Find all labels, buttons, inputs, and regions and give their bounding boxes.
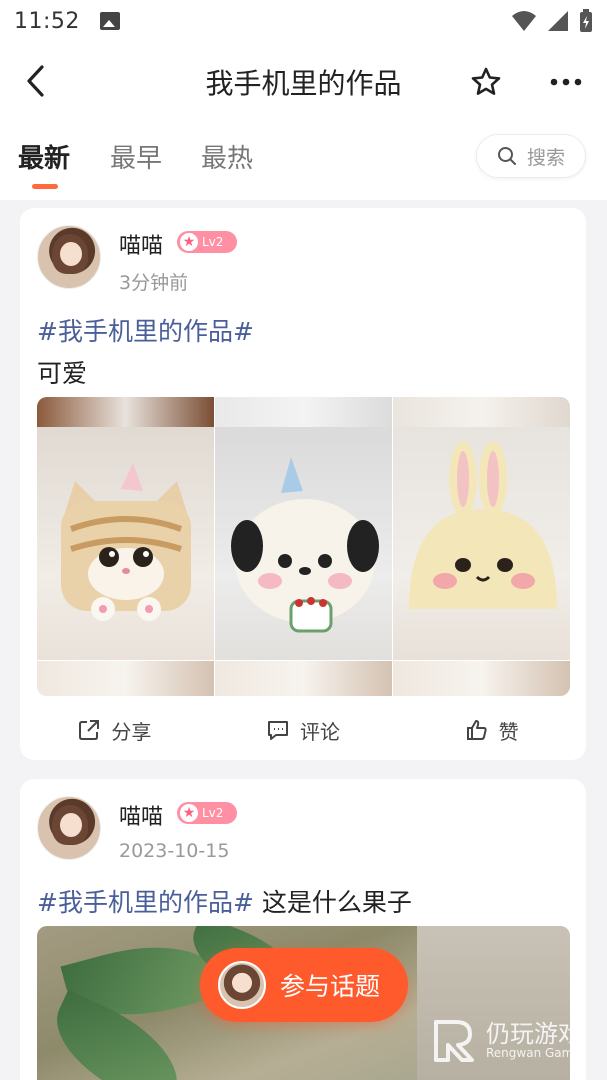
more-options-button[interactable] bbox=[546, 64, 586, 100]
post-body-text: 这是什么果子 bbox=[253, 888, 412, 917]
avatar[interactable] bbox=[37, 225, 101, 289]
watermark: 仍玩游戏 Rengwan Games bbox=[432, 1014, 592, 1074]
share-icon bbox=[79, 720, 100, 740]
post-image[interactable] bbox=[392, 397, 570, 696]
share-button[interactable]: 分享 bbox=[20, 708, 209, 752]
post-body: 可爱 bbox=[37, 359, 88, 388]
post-actions: 分享 评论 赞 bbox=[20, 708, 586, 752]
page-title: 我手机里的作品 bbox=[205, 67, 402, 100]
status-time: 11:52 bbox=[14, 8, 80, 34]
comment-icon bbox=[268, 721, 288, 740]
search-icon bbox=[497, 147, 516, 165]
battery-icon bbox=[580, 9, 592, 32]
dog-cake-image bbox=[231, 457, 379, 633]
sort-tabs: 最新 最早 最热 搜索 bbox=[0, 122, 607, 200]
level-badge: ★ Lv2 bbox=[177, 802, 237, 824]
join-topic-label: 参与话题 bbox=[280, 972, 381, 1001]
more-dots-icon bbox=[550, 78, 582, 86]
avatar[interactable] bbox=[37, 796, 101, 860]
watermark-logo-icon bbox=[434, 1020, 474, 1062]
level-badge: ★ Lv2 bbox=[177, 231, 237, 253]
thumbs-up-icon bbox=[466, 720, 487, 740]
active-tab-indicator bbox=[32, 184, 58, 189]
level-star-icon: ★ bbox=[179, 232, 199, 252]
post-time: 3分钟前 bbox=[119, 272, 189, 294]
comment-label: 评论 bbox=[300, 719, 340, 744]
search-label: 搜索 bbox=[526, 146, 565, 169]
post-card[interactable]: 喵喵 ★ Lv2 3分钟前 #我手机里的作品# 可爱 分享 评论 赞 bbox=[20, 208, 586, 760]
watermark-title: 仍玩游戏 bbox=[486, 1020, 582, 1048]
topic-tag-link[interactable]: #我手机里的作品# bbox=[37, 317, 254, 346]
top-nav-bar: 我手机里的作品 bbox=[0, 42, 607, 122]
favorite-button[interactable] bbox=[468, 64, 504, 100]
bunny-cake-image bbox=[409, 441, 557, 609]
tab-hottest[interactable]: 最热 bbox=[201, 138, 253, 175]
post-image-grid[interactable] bbox=[37, 397, 570, 696]
level-text: Lv2 bbox=[202, 806, 224, 820]
username[interactable]: 喵喵 bbox=[119, 799, 163, 831]
tab-newest[interactable]: 最新 bbox=[18, 138, 70, 175]
status-bar: 11:52 bbox=[0, 0, 607, 42]
cat-cake-image bbox=[61, 463, 191, 621]
level-text: Lv2 bbox=[202, 235, 224, 249]
join-topic-button[interactable]: 参与话题 bbox=[200, 948, 408, 1022]
post-image[interactable] bbox=[37, 397, 214, 696]
signal-icon bbox=[548, 11, 568, 31]
share-label: 分享 bbox=[111, 719, 152, 744]
post-tag: #我手机里的作品# bbox=[37, 312, 254, 348]
post-time: 2023-10-15 bbox=[119, 840, 230, 862]
tab-earliest[interactable]: 最早 bbox=[110, 138, 162, 175]
search-button[interactable]: 搜索 bbox=[476, 134, 586, 178]
post-body: #我手机里的作品# 这是什么果子 bbox=[37, 883, 412, 919]
topic-tag-link[interactable]: #我手机里的作品# bbox=[37, 888, 254, 917]
fab-avatar bbox=[218, 961, 266, 1009]
wifi-icon bbox=[512, 11, 536, 31]
level-star-icon: ★ bbox=[179, 803, 199, 823]
like-button[interactable]: 赞 bbox=[397, 708, 586, 752]
post-image[interactable] bbox=[214, 397, 392, 696]
comment-button[interactable]: 评论 bbox=[209, 708, 398, 752]
image-notification-icon bbox=[99, 12, 120, 30]
status-icons bbox=[511, 9, 593, 33]
username[interactable]: 喵喵 bbox=[119, 228, 163, 260]
watermark-subtitle: Rengwan Games bbox=[486, 1046, 587, 1060]
like-label: 赞 bbox=[498, 719, 519, 744]
star-icon bbox=[471, 67, 501, 95]
